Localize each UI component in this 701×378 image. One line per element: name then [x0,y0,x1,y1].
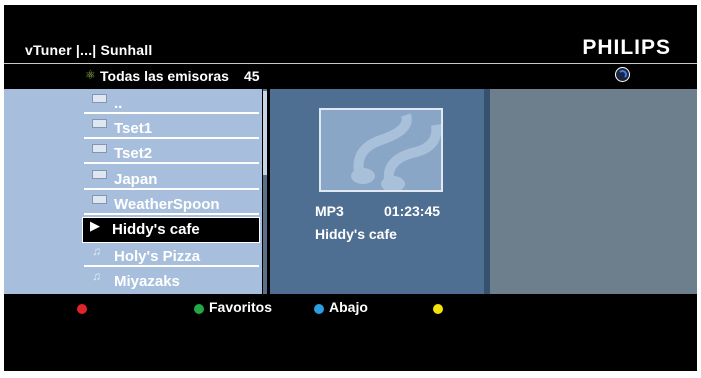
list-item-label: .. [114,95,123,112]
list-item[interactable]: Tset2 [84,141,259,165]
list-item-selected[interactable]: ▶ Hiddy's cafe [82,216,260,243]
folder-icon [92,144,107,154]
list-item[interactable]: ♫ Holy's Pizza [84,244,259,268]
brand-logo: PHILIPS [582,36,671,59]
list-item-label: Japan [114,170,158,188]
category-label: Todas las emisoras [100,68,229,84]
list-item[interactable]: .. [84,91,259,115]
list-item[interactable]: Tset1 [84,116,259,140]
globe-icon: ⚛ [85,68,96,82]
category-bar: ⚛ Todas las emisoras 45 [4,65,697,87]
list-item-label: Hiddy's cafe [112,220,200,238]
breadcrumb-title: vTuner |...| Sunhall [25,42,153,58]
header-divider [4,63,697,64]
now-playing-station: Hiddy's cafe [315,226,397,242]
down-label[interactable]: Abajo [329,299,368,315]
favorites-label[interactable]: Favoritos [209,299,272,315]
info-panel [490,89,697,294]
folder-icon [92,169,107,179]
list-item-label: Tset1 [114,120,153,138]
list-item[interactable]: WeatherSpoon [84,192,259,216]
list-item-label: Tset2 [114,145,153,163]
green-key-icon[interactable] [194,304,204,314]
list-scrollbar-thumb[interactable] [263,91,267,175]
folder-icon [92,194,107,204]
duration-label: 01:23:45 [384,203,441,219]
red-key-icon[interactable] [77,304,87,314]
folder-icon [92,119,107,129]
list-item-label: Holy's Pizza [114,248,201,266]
list-item[interactable]: Japan [84,167,259,191]
album-art-icon [319,108,443,192]
list-item-label: Miyazaks [114,273,180,291]
loading-spinner-icon [615,67,630,82]
play-icon: ▶ [90,217,100,233]
station-count: 45 [244,68,260,84]
format-label: MP3 [315,203,344,219]
music-note-icon: ♫ [92,269,101,284]
folder-icon [92,94,107,103]
color-key-bar: Favoritos Abajo [4,295,697,371]
now-playing-panel: MP3 01:23:45 Hiddy's cafe [270,89,484,294]
tv-screen: vTuner |...| Sunhall PHILIPS ⚛ Todas las… [4,5,697,371]
top-bar: vTuner |...| Sunhall PHILIPS [4,5,697,62]
list-item[interactable]: ♫ Miyazaks [84,269,259,293]
yellow-key-icon[interactable] [433,304,443,314]
list-item-label: WeatherSpoon [114,195,220,213]
station-list: .. Tset1 Tset2 Japan WeatherSpoon ▶ Hidd… [82,91,260,295]
music-note-icon: ♫ [92,244,101,259]
station-list-panel: .. Tset1 Tset2 Japan WeatherSpoon ▶ Hidd… [4,89,262,294]
blue-key-icon[interactable] [314,304,324,314]
